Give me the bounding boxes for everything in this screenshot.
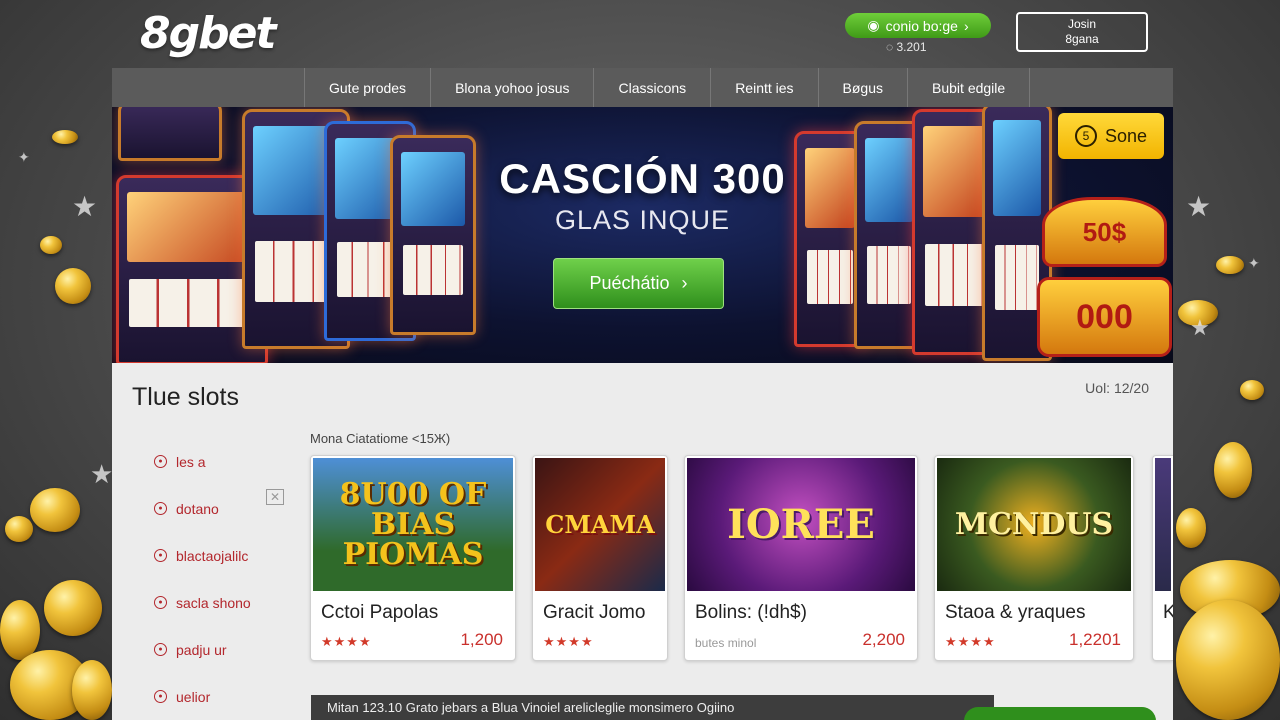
category-item[interactable]: ● padju ur: [154, 626, 251, 673]
promo-button-label: conio bo:ge: [885, 17, 958, 34]
join-button-line2: 8gana: [1065, 32, 1099, 46]
coin-decoration: [5, 516, 33, 542]
circle-icon: ●: [154, 690, 167, 703]
game-name: Cctoi Papolas: [321, 602, 439, 623]
circle-icon: ●: [154, 549, 167, 562]
gift-icon: ◉: [867, 17, 880, 33]
star-decoration: ✦: [1248, 256, 1260, 272]
coin-decoration: [40, 236, 62, 254]
category-item[interactable]: ● dotano: [154, 485, 251, 532]
main-nav: Gute prodes Blona yohoo josus Classicons…: [112, 68, 1173, 107]
phone-icon: ◌: [886, 40, 894, 54]
sone-badge-label: Sone: [1104, 125, 1148, 146]
coin-decoration: [1176, 600, 1280, 720]
join-button[interactable]: Josin 8gana: [1016, 12, 1148, 52]
game-card[interactable]: MCNDUS Staoa & yraques ★★★★ 1,2201: [934, 455, 1134, 661]
promo-sign: 000: [1037, 277, 1172, 357]
star-decoration: ★: [90, 460, 114, 490]
coin-decoration: [44, 580, 102, 636]
star-decoration: ★: [1190, 316, 1210, 341]
sone-badge[interactable]: 5 Sone: [1058, 113, 1164, 159]
circle-icon: ●: [154, 455, 167, 468]
nav-item[interactable]: Reintt ies: [710, 68, 817, 107]
circle-icon: ●: [154, 643, 167, 656]
game-rating: ★★★★: [945, 634, 996, 649]
coin-decoration: [55, 268, 91, 304]
close-icon[interactable]: ✕: [266, 489, 284, 505]
coin-decoration: [52, 130, 78, 144]
coin-decoration: [1216, 256, 1244, 274]
nav-item[interactable]: Bubit edgile: [907, 68, 1031, 107]
nav-item[interactable]: Gute prodes: [304, 68, 430, 107]
game-count: 1,2201: [1069, 630, 1121, 649]
coin-decoration: [1240, 380, 1264, 400]
game-thumbnail: MCNDUS: [937, 458, 1131, 591]
promo-button[interactable]: ◉ conio bo:ge ›: [845, 13, 991, 38]
promo-count: ◌ 3.201: [886, 40, 927, 54]
game-name: Gracit Jomo: [543, 602, 646, 623]
chevron-right-icon: ›: [681, 273, 688, 293]
page-indicator: Uol: 12/20: [1085, 380, 1149, 396]
game-card[interactable]: IOREE Bolins: (!dh$) butes minol 2,200: [684, 455, 918, 661]
hero-banner: 50$ 000 CASCIÓN 300 GLAS INQUE Puéchátio…: [112, 107, 1173, 363]
banner-subtitle: GLAS INQUE: [554, 205, 731, 235]
nav-item[interactable]: Blona yohoo josus: [430, 68, 593, 107]
game-card[interactable]: 8U00 OF BIAS PIOMAS Cctoi Papolas ★★★★ 1…: [310, 455, 516, 661]
slot-machine-image: [118, 107, 222, 161]
star-decoration: ✦: [18, 150, 30, 166]
coin-decoration: [72, 660, 112, 720]
game-subtitle: butes minol: [695, 636, 757, 650]
banner-cta-label: Puéchátio: [589, 273, 670, 293]
coin-decoration: [0, 600, 40, 660]
main-panel: Tlue slots Uol: 12/20 ● les a ● dotano ● bl…: [112, 363, 1173, 720]
star-decoration: ★: [1186, 190, 1212, 223]
game-name: K: [1163, 602, 1173, 624]
category-list: ● les a ● dotano ● blactaojalilc ● sacla sho…: [154, 438, 251, 720]
circle-icon: ●: [154, 502, 167, 515]
category-item[interactable]: ● blactaojalilc: [154, 532, 251, 579]
star-decoration: ★: [72, 190, 98, 223]
cards-label: Mona Ciatatiome <15Ж): [310, 431, 451, 446]
banner-title: CASCIÓN 300: [499, 155, 786, 202]
category-item[interactable]: ● sacla shono: [154, 579, 251, 626]
coin-decoration: [1176, 508, 1206, 548]
coin-decoration: [1214, 442, 1252, 498]
game-count: 1,200: [460, 630, 503, 649]
game-thumbnail: [1155, 458, 1171, 591]
banner-cta-button[interactable]: Puéchátio ›: [553, 258, 724, 309]
chip-icon: 5: [1074, 125, 1097, 147]
circle-icon: ●: [154, 596, 167, 609]
game-thumbnail: CMAMA: [535, 458, 665, 591]
game-thumbnail: 8U00 OF BIAS PIOMAS: [313, 458, 513, 591]
nav-item[interactable]: Classicons: [593, 68, 710, 107]
bottom-action-button[interactable]: [964, 707, 1156, 720]
site-logo[interactable]: 8gbet: [140, 8, 276, 59]
game-thumbnail: IOREE: [687, 458, 915, 591]
section-title: Tlue slots: [132, 383, 239, 411]
game-count: 2,200: [862, 630, 905, 649]
join-button-line1: Josin: [1067, 17, 1096, 31]
game-card[interactable]: CMAMA Gracit Jomo ★★★★: [532, 455, 668, 661]
game-rating: ★★★★: [321, 634, 372, 649]
nav-item[interactable]: Bøgus: [817, 68, 907, 107]
category-item[interactable]: ● les a: [154, 438, 251, 485]
game-name: Bolins: (!dh$): [695, 602, 807, 623]
news-ticker: Mitan 123.10 Grato jebars a Blua Vinoiel…: [311, 695, 994, 720]
coin-decoration: [30, 488, 80, 532]
chevron-right-icon: ›: [963, 17, 969, 34]
category-item[interactable]: ● uelior: [154, 673, 251, 720]
game-rating: ★★★★: [543, 634, 594, 649]
game-card[interactable]: K: [1152, 455, 1173, 661]
game-name: Staoa & yraques: [945, 602, 1086, 623]
